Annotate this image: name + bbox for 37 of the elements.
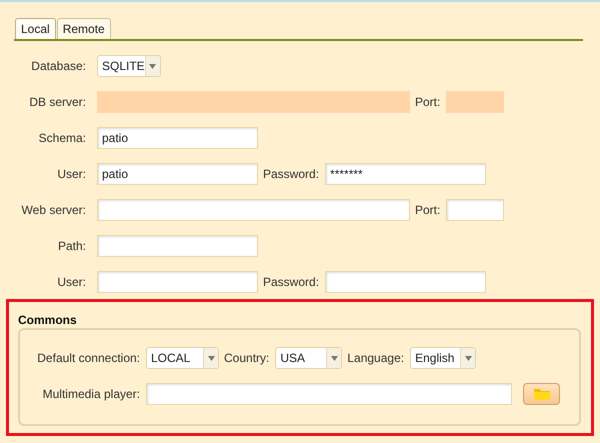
input-field[interactable]: patio: [97, 163, 258, 185]
browse-button[interactable]: [523, 383, 560, 405]
field-label: User:: [56, 167, 86, 181]
dropdown[interactable]: English: [410, 347, 476, 369]
field-label: Port:: [415, 203, 440, 217]
input-field[interactable]: [146, 383, 512, 405]
field-label: Country:: [224, 351, 270, 365]
field-label: Path:: [56, 239, 86, 253]
field-label: User:: [56, 275, 86, 289]
input-field[interactable]: [446, 199, 504, 221]
section-title: Commons: [18, 313, 78, 327]
input-field[interactable]: [97, 199, 410, 221]
input-field[interactable]: patio: [97, 127, 258, 149]
field-label: Multimedia player:: [42, 387, 140, 401]
caret-icon: [208, 356, 214, 360]
field-label: Port:: [415, 95, 440, 109]
caret-icon: [464, 356, 472, 360]
caret-icon: [149, 64, 156, 68]
field-label: Default connection:: [36, 351, 140, 365]
dropdown[interactable]: USA: [275, 347, 342, 369]
dropdown[interactable]: SQLITE: [97, 55, 161, 77]
tab[interactable]: Remote: [56, 18, 111, 39]
field-label: Password:: [263, 275, 320, 289]
input-field[interactable]: [97, 271, 258, 293]
input-field[interactable]: [325, 271, 486, 293]
input-field[interactable]: *******: [325, 163, 486, 185]
folder-icon: [534, 388, 550, 400]
field-label: Language:: [347, 351, 404, 365]
field-label: Database:: [30, 59, 86, 73]
field-label: Schema:: [38, 131, 86, 145]
field-label: DB server:: [28, 95, 86, 109]
caret-icon: [330, 356, 338, 360]
field-label: Web server:: [20, 203, 86, 217]
field-label: Password:: [263, 167, 320, 181]
input-field[interactable]: [97, 235, 258, 257]
tab[interactable]: Local: [15, 18, 56, 39]
dropdown[interactable]: LOCAL: [146, 347, 219, 369]
